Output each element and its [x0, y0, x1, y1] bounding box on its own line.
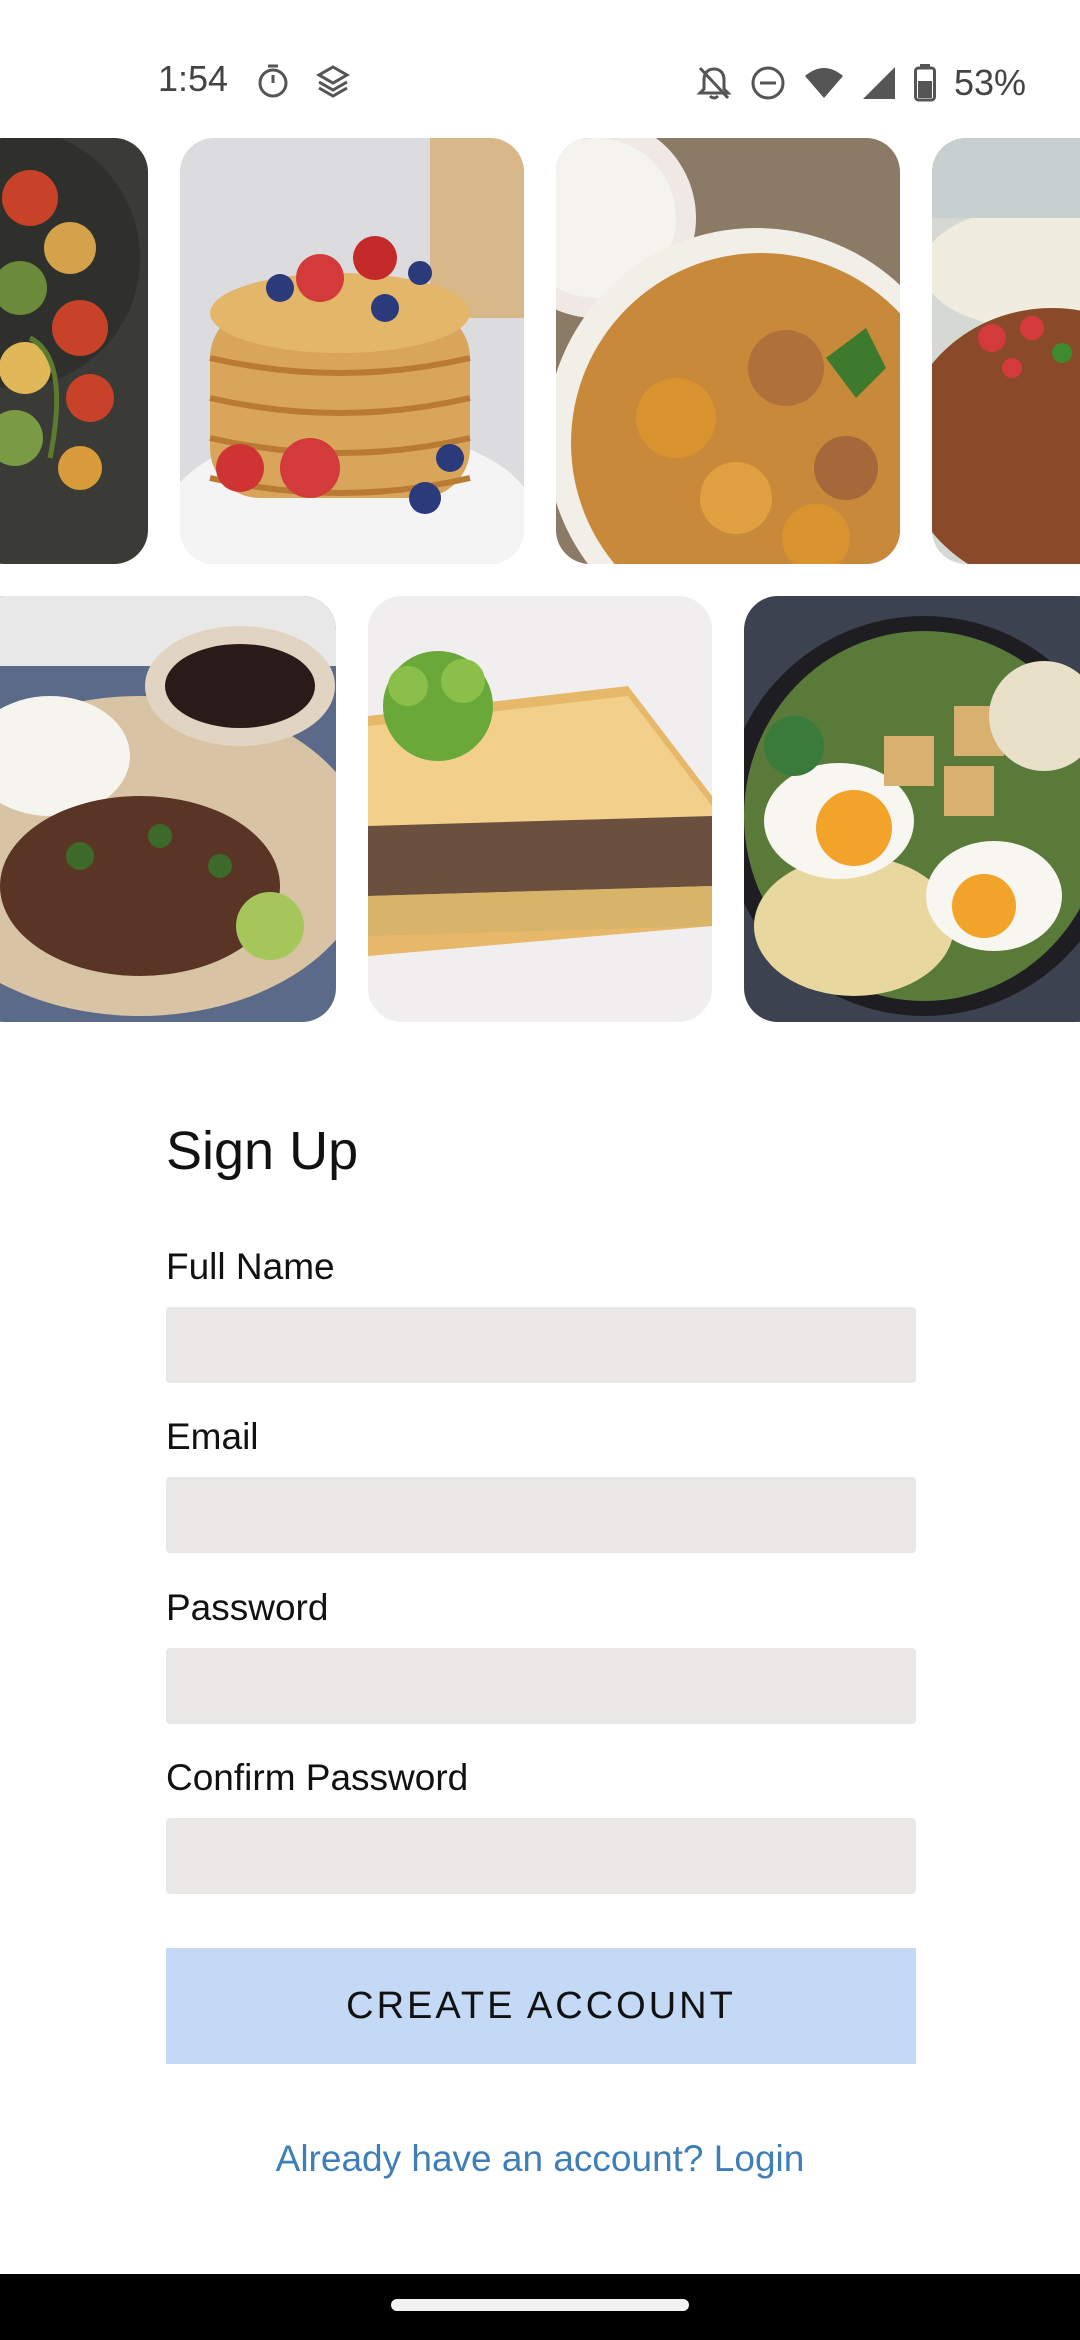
food-image-taco-meat: [932, 138, 1080, 564]
confirm-password-field[interactable]: [166, 1818, 916, 1894]
food-image-pulled-pork-plate: [0, 596, 336, 1022]
food-image-ratatouille: [0, 138, 148, 564]
food-image-pancakes: [180, 138, 524, 564]
password-field[interactable]: [166, 1648, 916, 1724]
food-image-moussaka: [368, 596, 712, 1022]
do-not-disturb-icon: [751, 66, 785, 100]
home-gesture-handle[interactable]: [391, 2299, 689, 2311]
food-image-ramen: [744, 596, 1080, 1022]
full-name-label: Full Name: [166, 1246, 335, 1287]
password-label: Password: [166, 1587, 329, 1628]
notifications-off-icon: [696, 66, 732, 100]
page-title: Sign Up: [166, 1121, 359, 1181]
email-field[interactable]: [166, 1477, 916, 1553]
status-bar: 1:54 53%: [0, 0, 1080, 140]
wifi-icon: [804, 68, 843, 98]
full-name-field[interactable]: [166, 1307, 916, 1383]
battery-percent: 53%: [953, 62, 1026, 103]
stopwatch-icon: [254, 62, 292, 100]
stack-icon: [314, 62, 352, 100]
battery-icon: [913, 64, 936, 102]
login-link[interactable]: Already have an account? Login: [0, 2138, 1080, 2180]
email-label: Email: [166, 1416, 259, 1457]
signal-icon: [862, 67, 895, 99]
confirm-password-label: Confirm Password: [166, 1757, 469, 1798]
status-icons: 53%: [696, 58, 1026, 108]
status-time: 1:54: [158, 58, 229, 99]
food-image-curry: [556, 138, 900, 564]
create-account-button[interactable]: CREATE ACCOUNT: [166, 1948, 916, 2064]
